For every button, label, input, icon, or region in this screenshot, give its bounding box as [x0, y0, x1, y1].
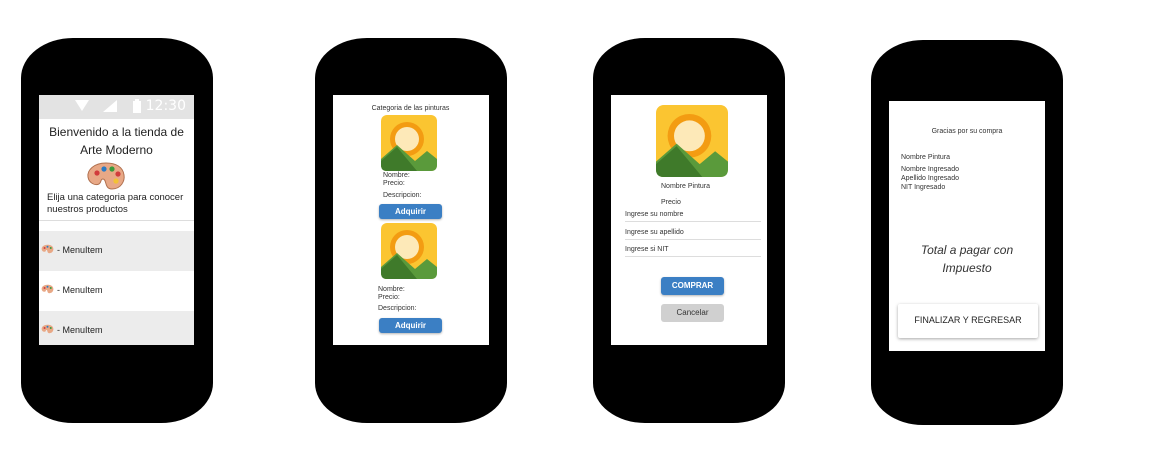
finalizar-regresar-button[interactable]: FINALIZAR Y REGRESAR [898, 304, 1038, 338]
welcome-line-1: Bienvenido a la tienda de [49, 125, 184, 139]
status-time: 12:30 [145, 98, 186, 114]
nit-input[interactable]: Ingrese si NIT [625, 246, 669, 253]
purchase-screen: Nombre Pintura Precio Ingrese su nombre … [611, 95, 767, 345]
item-precio-label: Precio: [383, 180, 405, 187]
painting-image-icon [381, 223, 437, 279]
palette-icon [41, 324, 54, 334]
input-underline [625, 256, 761, 257]
palette-icon [41, 284, 54, 294]
home-screen: 12:30 Bienvenido a la tienda de Arte Mod… [39, 95, 194, 345]
item-precio-label: Precio: [378, 294, 400, 301]
precio-label: Precio [661, 199, 681, 206]
nit-ingresado-text: NIT Ingresado [901, 184, 946, 191]
phone-frame-summary: Gracias por su compra Nombre Pintura Nom… [871, 40, 1063, 425]
apellido-input[interactable]: Ingrese su apellido [625, 229, 684, 236]
menu-item-label: - MenuItem [57, 325, 103, 335]
menu-item-3[interactable]: - MenuItem [39, 311, 194, 345]
input-underline [625, 239, 761, 240]
welcome-title: Bienvenido a la tienda de Arte Moderno [39, 123, 194, 159]
welcome-line-2: Arte Moderno [80, 143, 153, 157]
painting-image-icon [381, 115, 437, 171]
menu-item-1[interactable]: - MenuItem [39, 231, 194, 271]
item-descripcion-label: Descripcion: [378, 305, 417, 312]
wifi-icon [75, 100, 89, 111]
phone-frame-home: 12:30 Bienvenido a la tienda de Arte Mod… [21, 38, 213, 423]
divider [39, 220, 194, 221]
signal-icon [103, 100, 117, 112]
gracias-text: Gracias por su compra [931, 128, 1003, 135]
category-title: Categoria de las pinturas [371, 105, 450, 112]
input-underline [625, 221, 761, 222]
menu-item-2[interactable]: - MenuItem [39, 271, 194, 311]
total-line-2: Impuesto [942, 261, 992, 275]
item-nombre-label: Nombre: [383, 172, 410, 179]
nombre-pintura-text: Nombre Pintura [901, 154, 951, 161]
item-nombre-label: Nombre: [378, 286, 405, 293]
nombre-input[interactable]: Ingrese su nombre [625, 211, 683, 218]
phone-frame-purchase: Nombre Pintura Precio Ingrese su nombre … [593, 38, 785, 423]
palette-icon [87, 162, 125, 190]
menu-item-label: - MenuItem [57, 245, 103, 255]
adquirir-button[interactable]: Adquirir [379, 318, 442, 333]
comprar-button[interactable]: COMPRAR [661, 277, 724, 295]
adquirir-button[interactable]: Adquirir [379, 204, 442, 219]
choose-category-text: Elija una categoria para conocer nuestro… [47, 192, 184, 215]
apellido-ingresado-text: Apellido Ingresado [901, 175, 959, 182]
cancelar-button[interactable]: Cancelar [661, 304, 724, 322]
menu-item-label: - MenuItem [57, 285, 103, 295]
palette-icon [41, 244, 54, 254]
item-descripcion-label: Descripcion: [383, 192, 422, 199]
total-text: Total a pagar con Impuesto [889, 241, 1045, 277]
category-screen: Categoria de las pinturas Nombre: Precio… [333, 95, 489, 345]
battery-icon [133, 99, 141, 113]
painting-image-icon [656, 105, 728, 177]
summary-screen: Gracias por su compra Nombre Pintura Nom… [889, 101, 1045, 351]
status-bar: 12:30 [39, 95, 194, 119]
total-line-1: Total a pagar con [920, 243, 1014, 257]
nombre-pintura-label: Nombre Pintura [661, 183, 711, 190]
nombre-ingresado-text: Nombre Ingresado [901, 166, 959, 173]
phone-frame-category: Categoria de las pinturas Nombre: Precio… [315, 38, 507, 423]
